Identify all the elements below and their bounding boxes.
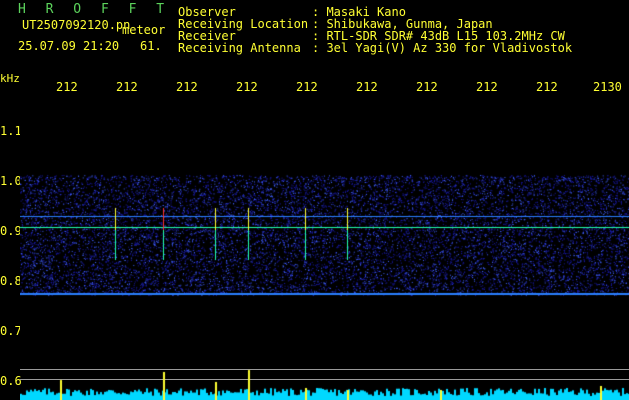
x-tick: 212 — [56, 80, 78, 94]
date-time: 25.07.09 21:20 — [18, 39, 120, 53]
event-count: 61. — [140, 39, 162, 53]
y-tick: 1.1 — [0, 124, 22, 138]
x-tick: 212 — [416, 80, 438, 94]
x-tick: 2130 — [593, 80, 622, 94]
antenna-value: : 3el Yagi(V) Az 330 for Vladivostok — [312, 41, 573, 55]
x-tick: 212 — [356, 80, 378, 94]
y-tick: 1.0 — [0, 174, 22, 188]
y-tick: 0.9 — [0, 224, 22, 238]
spectrogram-canvas — [20, 100, 629, 366]
x-tick: 212 — [116, 80, 138, 94]
x-tick: 212 — [236, 80, 258, 94]
x-tick: 212 — [176, 80, 198, 94]
file-id: UT2507092120.pn — [22, 18, 131, 32]
y-tick: 0.8 — [0, 274, 22, 288]
y-unit-label: kHz — [0, 72, 20, 85]
antenna-label: Receiving Antenna — [178, 41, 301, 55]
y-tick: 0.6 — [0, 374, 22, 388]
x-tick: 212 — [536, 80, 558, 94]
y-tick: 0.7 — [0, 324, 22, 338]
signal-strength-bars — [20, 366, 629, 400]
x-tick: 212 — [476, 80, 498, 94]
app-brand: H R O F F T — [18, 2, 171, 17]
x-tick: 212 — [296, 80, 318, 94]
event-tag: meteor — [122, 23, 166, 37]
